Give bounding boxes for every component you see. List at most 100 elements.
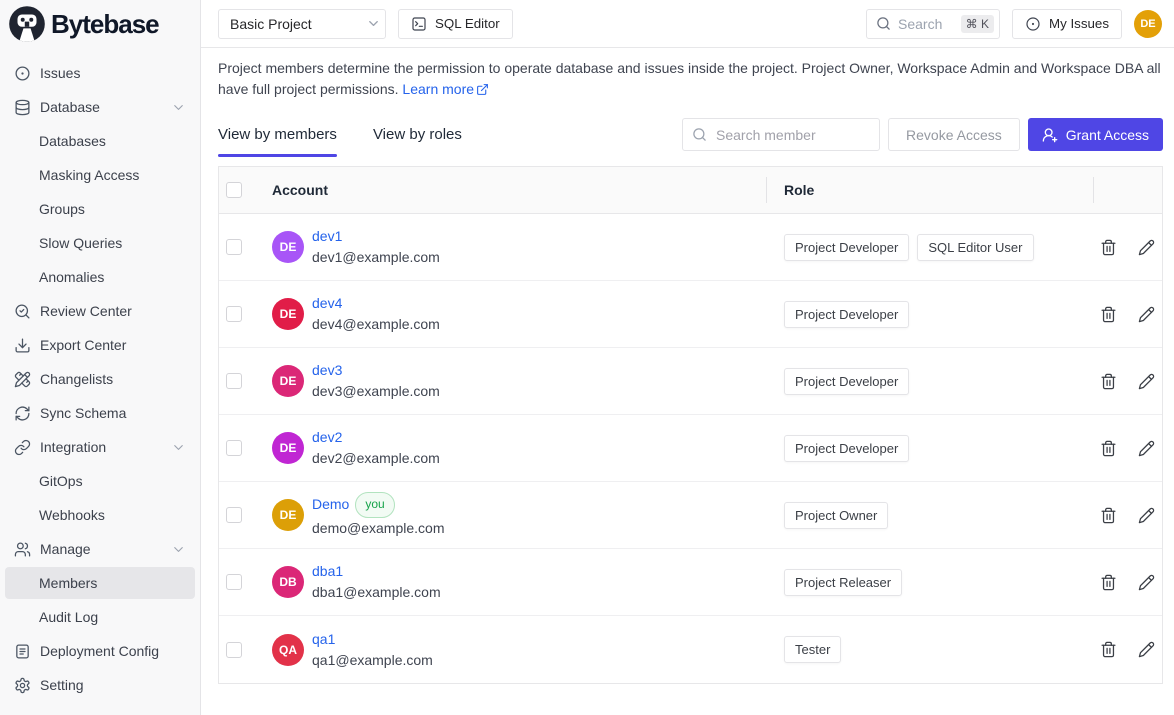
sidebar-item-label: Sync Schema bbox=[40, 405, 126, 421]
row-checkbox[interactable] bbox=[226, 574, 242, 590]
sidebar-item-label: Anomalies bbox=[39, 269, 104, 285]
row-checkbox[interactable] bbox=[226, 373, 242, 389]
role-cell: Project Developer bbox=[766, 301, 1093, 328]
sidebar-item-manage[interactable]: Manage bbox=[5, 533, 195, 565]
sidebar-item-slow-queries[interactable]: Slow Queries bbox=[5, 227, 195, 259]
member-name-link[interactable]: dev3 bbox=[312, 362, 342, 378]
row-checkbox[interactable] bbox=[226, 306, 242, 322]
grant-access-button[interactable]: Grant Access bbox=[1028, 118, 1163, 151]
sidebar-item-masking-access[interactable]: Masking Access bbox=[5, 159, 195, 191]
sidebar-item-label: Audit Log bbox=[39, 609, 98, 625]
global-search-button[interactable]: Search ⌘ K bbox=[866, 9, 1000, 39]
learn-more-link[interactable]: Learn more bbox=[402, 81, 489, 97]
delete-member-button[interactable] bbox=[1098, 639, 1119, 660]
actions-cell bbox=[1093, 237, 1162, 258]
delete-member-button[interactable] bbox=[1098, 371, 1119, 392]
search-check-icon bbox=[14, 303, 31, 320]
my-issues-button[interactable]: My Issues bbox=[1012, 9, 1122, 39]
user-avatar[interactable]: DE bbox=[1134, 10, 1162, 38]
member-email: dev1@example.com bbox=[312, 247, 440, 268]
tab-view-by-members[interactable]: View by members bbox=[218, 126, 337, 157]
sidebar-item-label: Database bbox=[40, 99, 100, 115]
member-name-link[interactable]: qa1 bbox=[312, 631, 335, 647]
member-avatar: QA bbox=[272, 634, 304, 666]
delete-member-button[interactable] bbox=[1098, 304, 1119, 325]
sidebar-item-anomalies[interactable]: Anomalies bbox=[5, 261, 195, 293]
member-name-link[interactable]: dev1 bbox=[312, 228, 342, 244]
trash-icon bbox=[1100, 306, 1117, 323]
edit-member-button[interactable] bbox=[1136, 639, 1157, 660]
sidebar-item-issues[interactable]: Issues bbox=[5, 57, 195, 89]
global-search-placeholder: Search bbox=[898, 16, 942, 32]
delete-member-button[interactable] bbox=[1098, 237, 1119, 258]
delete-member-button[interactable] bbox=[1098, 572, 1119, 593]
members-table: Account Role DE dev1 dev1@example.com Proje… bbox=[218, 166, 1163, 684]
member-avatar: DE bbox=[272, 432, 304, 464]
sidebar-item-label: Webhooks bbox=[39, 507, 105, 523]
table-header: Account Role bbox=[219, 167, 1162, 214]
pencil-icon bbox=[1138, 239, 1155, 256]
description-text: Project members determine the permission… bbox=[218, 60, 1161, 97]
role-cell: Project Developer bbox=[766, 435, 1093, 462]
table-row-dev2: DEdev2dev2@example.comProject Developer bbox=[219, 415, 1162, 482]
sidebar-item-setting[interactable]: Setting bbox=[5, 669, 195, 701]
sidebar-item-label: Manage bbox=[40, 541, 91, 557]
row-checkbox[interactable] bbox=[226, 507, 242, 523]
actions-cell bbox=[1093, 505, 1162, 526]
sidebar-item-label: Groups bbox=[39, 201, 85, 217]
sidebar-item-audit-log[interactable]: Audit Log bbox=[5, 601, 195, 633]
member-name-link[interactable]: dev4 bbox=[312, 295, 342, 311]
pencil-icon bbox=[1138, 574, 1155, 591]
actions-cell bbox=[1093, 438, 1162, 459]
sidebar-item-deployment-config[interactable]: Deployment Config bbox=[5, 635, 195, 667]
role-cell: Project Developer bbox=[766, 368, 1093, 395]
member-name-link[interactable]: dev2 bbox=[312, 429, 342, 445]
select-all-checkbox[interactable] bbox=[226, 182, 242, 198]
row-checkbox[interactable] bbox=[226, 239, 242, 255]
edit-member-button[interactable] bbox=[1136, 304, 1157, 325]
edit-member-button[interactable] bbox=[1136, 438, 1157, 459]
row-checkbox[interactable] bbox=[226, 642, 242, 658]
sidebar-item-sync-schema[interactable]: Sync Schema bbox=[5, 397, 195, 429]
external-link-icon bbox=[476, 83, 489, 96]
edit-member-button[interactable] bbox=[1136, 237, 1157, 258]
sidebar-item-gitops[interactable]: GitOps bbox=[5, 465, 195, 497]
tab-view-by-roles[interactable]: View by roles bbox=[373, 126, 462, 157]
delete-member-button[interactable] bbox=[1098, 438, 1119, 459]
actions-cell bbox=[1093, 304, 1162, 325]
sidebar-item-databases[interactable]: Databases bbox=[5, 125, 195, 157]
edit-member-button[interactable] bbox=[1136, 505, 1157, 526]
edit-member-button[interactable] bbox=[1136, 572, 1157, 593]
member-avatar: DB bbox=[272, 566, 304, 598]
sidebar-item-groups[interactable]: Groups bbox=[5, 193, 195, 225]
bytebase-logo[interactable]: Bytebase bbox=[0, 0, 200, 48]
sql-editor-button[interactable]: SQL Editor bbox=[398, 9, 513, 39]
sidebar-item-database[interactable]: Database bbox=[5, 91, 195, 123]
revoke-access-button[interactable]: Revoke Access bbox=[888, 118, 1020, 151]
member-name-link[interactable]: Demo bbox=[312, 496, 349, 512]
row-checkbox[interactable] bbox=[226, 440, 242, 456]
sidebar-item-members[interactable]: Members bbox=[5, 567, 195, 599]
member-email: demo@example.com bbox=[312, 518, 445, 539]
sidebar-item-changelists[interactable]: Changelists bbox=[5, 363, 195, 395]
sidebar-item-export-center[interactable]: Export Center bbox=[5, 329, 195, 361]
pencil-icon bbox=[1138, 306, 1155, 323]
circle-dot-icon bbox=[14, 65, 31, 82]
search-member-input[interactable] bbox=[714, 126, 870, 144]
sidebar-item-label: Members bbox=[39, 575, 97, 591]
sidebar-item-integration[interactable]: Integration bbox=[5, 431, 195, 463]
delete-member-button[interactable] bbox=[1098, 505, 1119, 526]
trash-icon bbox=[1100, 641, 1117, 658]
actions-cell bbox=[1093, 572, 1162, 593]
edit-member-button[interactable] bbox=[1136, 371, 1157, 392]
pencil-icon bbox=[1138, 440, 1155, 457]
role-cell: Project Releaser bbox=[766, 569, 1093, 596]
sidebar-item-webhooks[interactable]: Webhooks bbox=[5, 499, 195, 531]
link-icon bbox=[14, 439, 31, 456]
column-header-actions bbox=[1093, 167, 1162, 213]
sidebar-item-review-center[interactable]: Review Center bbox=[5, 295, 195, 327]
project-select[interactable]: Basic Project bbox=[218, 9, 386, 39]
account-cell: DEdev3dev3@example.com bbox=[272, 360, 766, 402]
member-name-link[interactable]: dba1 bbox=[312, 563, 343, 579]
terminal-icon bbox=[411, 16, 427, 32]
